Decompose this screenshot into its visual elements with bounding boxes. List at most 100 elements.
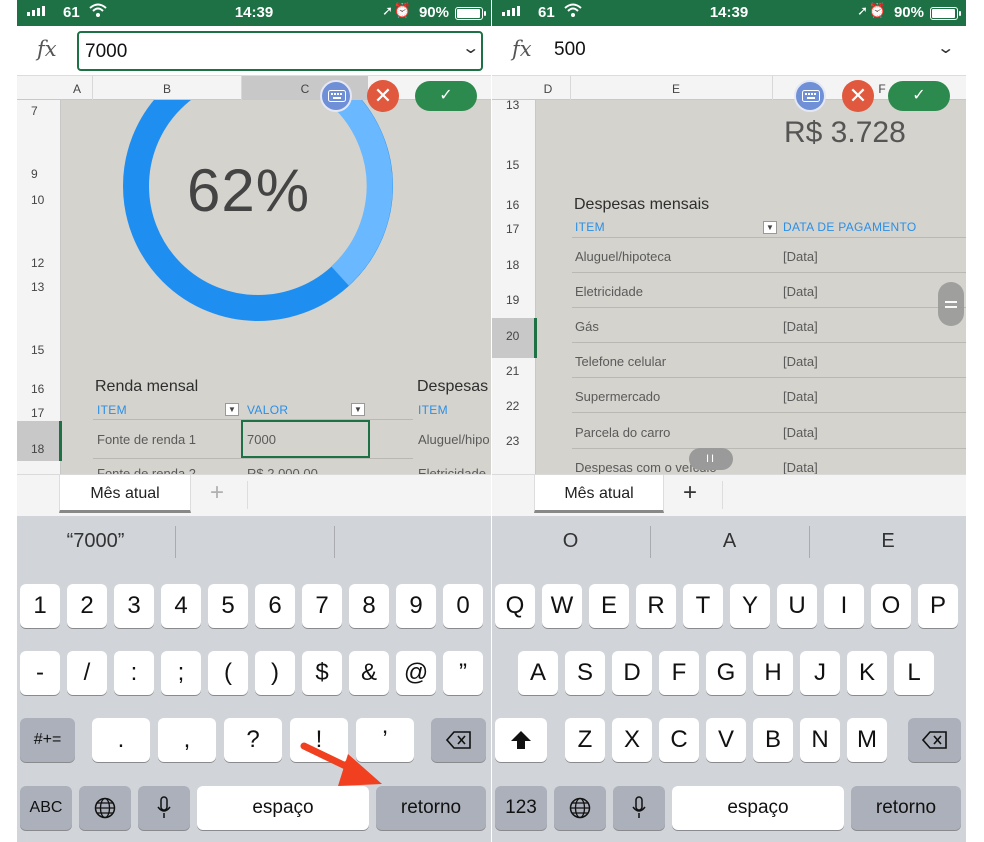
add-sheet-button[interactable]: + (210, 479, 224, 507)
expense-item-cell[interactable]: Eletricidade (575, 284, 643, 299)
row-label[interactable]: 15 (31, 343, 44, 357)
expense-item-cell[interactable]: Supermercado (575, 389, 660, 404)
expense-date-cell[interactable]: [Data] (783, 425, 818, 440)
key[interactable]: 2 (67, 584, 107, 628)
key[interactable]: H (753, 651, 793, 695)
key[interactable]: V (706, 718, 746, 762)
key[interactable]: 0 (443, 584, 483, 628)
key[interactable]: A (518, 651, 558, 695)
microphone-icon[interactable] (613, 786, 665, 830)
key[interactable]: K (847, 651, 887, 695)
filter-dropdown-icon[interactable]: ▼ (351, 403, 365, 416)
row-label[interactable]: 12 (31, 256, 44, 270)
row-label[interactable]: 20 (506, 329, 519, 343)
function-icon[interactable]: fx (37, 37, 57, 61)
spreadsheet-grid[interactable]: 62% A B C 7 9 10 12 13 15 16 17 18 ✕ ✓ R… (17, 76, 491, 474)
row-header[interactable]: 13 15 16 17 18 19 20 21 22 23 (492, 98, 537, 474)
key[interactable]: 7 (302, 584, 342, 628)
key[interactable]: N (800, 718, 840, 762)
key[interactable]: 9 (396, 584, 436, 628)
expense-date-cell[interactable]: [Data] (783, 249, 818, 264)
column-label-d[interactable]: D (538, 82, 558, 96)
suggestion-item[interactable]: “7000” (17, 516, 174, 566)
expense-item-cell[interactable]: Aluguel/hipoteca (575, 249, 671, 264)
row-label[interactable]: 19 (506, 293, 519, 307)
key[interactable]: M (847, 718, 887, 762)
row-label[interactable]: 18 (506, 258, 519, 272)
chevron-down-icon[interactable]: ⌄ (461, 38, 480, 58)
globe-icon[interactable] (79, 786, 131, 830)
expense-date-cell[interactable]: [Data] (783, 354, 818, 369)
expense-date-cell[interactable]: [Data] (783, 460, 818, 474)
space-key[interactable]: espaço (672, 786, 844, 830)
return-key[interactable]: retorno (851, 786, 961, 830)
add-sheet-button[interactable]: + (683, 479, 697, 507)
key[interactable]: C (659, 718, 699, 762)
key[interactable]: 3 (114, 584, 154, 628)
suggestion-item[interactable] (335, 516, 491, 566)
backspace-key[interactable] (908, 718, 961, 762)
suggestion-item[interactable] (176, 516, 333, 566)
key[interactable]: S (565, 651, 605, 695)
expense-item-cell[interactable]: Telefone celular (575, 354, 666, 369)
symbols-key[interactable]: #+= (20, 718, 75, 762)
suggestion-item[interactable]: A (651, 516, 808, 566)
vertical-scroll-handle[interactable] (938, 282, 964, 326)
income-item-cell[interactable]: Fonte de renda 1 (97, 432, 196, 447)
row-label[interactable]: 13 (31, 280, 44, 294)
key[interactable]: , (158, 718, 216, 762)
key[interactable]: ” (443, 651, 483, 695)
key[interactable]: Q (495, 584, 535, 628)
key[interactable]: Z (565, 718, 605, 762)
row-label[interactable]: 16 (31, 382, 44, 396)
keyboard-toggle-button[interactable] (320, 80, 352, 112)
row-label[interactable]: 15 (506, 158, 519, 172)
key[interactable]: 4 (161, 584, 201, 628)
abc-key[interactable]: ABC (20, 786, 72, 830)
confirm-edit-button[interactable]: ✓ (888, 81, 950, 111)
key[interactable]: 6 (255, 584, 295, 628)
row-label[interactable]: 9 (31, 167, 38, 181)
return-key[interactable]: retorno (376, 786, 486, 830)
chevron-down-icon[interactable]: ⌄ (936, 38, 955, 58)
key[interactable]: O (871, 584, 911, 628)
expense-date-cell[interactable]: [Data] (783, 319, 818, 334)
key[interactable]: ; (161, 651, 201, 695)
key[interactable]: E (589, 584, 629, 628)
horizontal-scroll-handle[interactable]: II (689, 448, 733, 470)
backspace-key[interactable] (431, 718, 486, 762)
column-label-b[interactable]: B (157, 82, 177, 96)
key[interactable]: X (612, 718, 652, 762)
key[interactable]: D (612, 651, 652, 695)
formula-input[interactable]: 500 (548, 31, 954, 71)
function-icon[interactable]: fx (512, 37, 532, 61)
key[interactable]: Y (730, 584, 770, 628)
suggestion-item[interactable]: O (492, 516, 649, 566)
key[interactable]: - (20, 651, 60, 695)
income-value-cell[interactable]: R$ 2.000,00 (247, 466, 318, 474)
shift-key[interactable] (495, 718, 547, 762)
row-label[interactable]: 13 (506, 98, 519, 112)
filter-dropdown-icon[interactable]: ▼ (225, 403, 239, 416)
key[interactable]: / (67, 651, 107, 695)
filter-dropdown-icon[interactable]: ▼ (763, 221, 777, 234)
numbers-key[interactable]: 123 (495, 786, 547, 830)
key[interactable]: B (753, 718, 793, 762)
key[interactable]: F (659, 651, 699, 695)
column-label-c[interactable]: C (295, 82, 315, 96)
key[interactable]: J (800, 651, 840, 695)
expense-item-cell[interactable]: Eletricidade (418, 466, 486, 474)
key[interactable]: & (349, 651, 389, 695)
key[interactable]: : (114, 651, 154, 695)
expense-date-cell[interactable]: [Data] (783, 389, 818, 404)
key[interactable]: I (824, 584, 864, 628)
key[interactable]: $ (302, 651, 342, 695)
column-label-e[interactable]: E (666, 82, 686, 96)
confirm-edit-button[interactable]: ✓ (415, 81, 477, 111)
expense-item-cell[interactable]: Gás (575, 319, 599, 334)
key[interactable]: U (777, 584, 817, 628)
row-label[interactable]: 21 (506, 364, 519, 378)
row-label[interactable]: 17 (506, 222, 519, 236)
globe-icon[interactable] (554, 786, 606, 830)
row-header[interactable]: 7 9 10 12 13 15 16 17 18 (17, 100, 62, 474)
